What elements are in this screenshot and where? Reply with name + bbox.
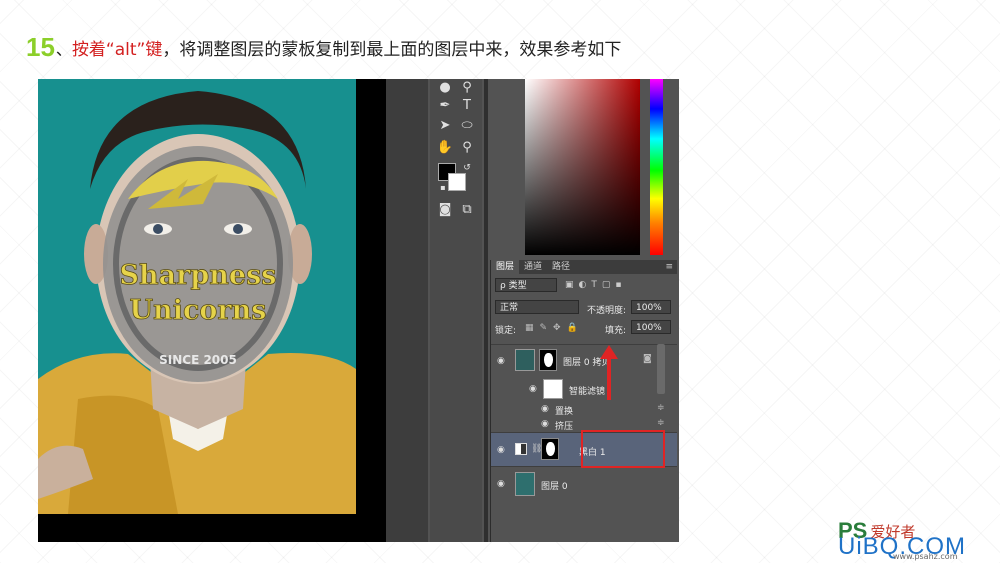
tab-layers[interactable]: 图层 (491, 260, 520, 274)
filter-mask-thumbnail[interactable] (543, 379, 563, 399)
tools-panel: ● ⚲ ✒ T ➤ ⬭ ✋ ⚲ ↺ ▪ ◙ ⧉ (430, 79, 482, 542)
filter-options-icon[interactable]: ≑ (657, 418, 665, 428)
photoshop-screenshot: Sharpness Unicorns SINCE 2005 ● ⚲ ✒ T ➤ … (38, 79, 679, 542)
visibility-eye-icon[interactable]: ◉ (497, 356, 507, 366)
red-arrow-shaft (607, 357, 611, 400)
quick-mask-icon[interactable]: ◙ (436, 201, 454, 219)
portrait-illustration: Sharpness Unicorns SINCE 2005 (38, 91, 356, 514)
visibility-eye-icon[interactable]: ◉ (497, 479, 507, 489)
layer-thumbnail (515, 472, 535, 496)
mask-text-line1: Sharpness (120, 260, 277, 291)
filter-icons[interactable]: ▣◐T▢▪ (565, 280, 675, 290)
default-colors-icon[interactable]: ▪ (434, 179, 452, 197)
smart-filters-label: 智能滤镜 (569, 387, 606, 397)
adjustment-layer-icon (515, 443, 527, 455)
mask-text-line2: Unicorns (130, 295, 267, 326)
layer-mask-thumbnail[interactable] (541, 438, 559, 460)
filter-row-displace[interactable]: ◉ 置换 ≑ (491, 402, 677, 417)
canvas-border-bottom (38, 514, 386, 542)
smart-filters-row[interactable]: ◉ 智能滤镜 (491, 376, 677, 402)
visibility-eye-icon[interactable]: ◉ (529, 384, 539, 394)
logo-url: www.psahz.com (893, 552, 958, 561)
step-caption: 15 、 按着“alt”键 ，将调整图层的蒙板复制到最上面的图层中来，效果参考如… (26, 34, 621, 60)
caption-key-text: 按着“alt”键 (71, 40, 163, 60)
mask-text-line3: SINCE 2005 (159, 353, 237, 367)
hue-slider[interactable] (650, 79, 663, 255)
layer-mask-thumbnail[interactable] (539, 349, 557, 371)
lock-icons[interactable]: ▦✎✥🔒 (525, 323, 595, 333)
swap-colors-icon[interactable]: ↺ (458, 159, 476, 177)
filter-name: 挤压 (555, 422, 574, 432)
opacity-input[interactable]: 100% (631, 300, 671, 314)
fill-input[interactable]: 100% (631, 320, 671, 334)
filter-options-icon[interactable]: ≑ (657, 403, 665, 413)
blur-tool-icon[interactable]: ● (436, 79, 454, 97)
layer-thumbnail (515, 349, 535, 371)
layer-row-copy[interactable]: ◉ 图层 0 拷贝 ◙ (491, 344, 677, 376)
smart-object-icon: ◙ (643, 354, 652, 364)
color-field[interactable] (525, 79, 640, 255)
portrait-photo: Sharpness Unicorns SINCE 2005 (38, 79, 356, 514)
workspace-gutter (386, 79, 428, 542)
panel-divider (484, 79, 488, 542)
layer-name: 图层 0 (541, 482, 568, 492)
ellipse-tool-icon[interactable]: ⬭ (458, 117, 476, 135)
blend-mode-select[interactable]: 正常 (495, 300, 579, 314)
canvas-border-right (356, 79, 386, 542)
opacity-label: 不透明度: (587, 306, 627, 316)
layers-scrollbar[interactable] (657, 344, 665, 394)
path-select-tool-icon[interactable]: ➤ (436, 117, 454, 135)
magnify-tool-icon[interactable]: ⚲ (458, 139, 476, 157)
tab-paths[interactable]: 路径 (547, 260, 575, 274)
screen-mode-icon[interactable]: ⧉ (458, 201, 476, 219)
layer-row-base[interactable]: ◉ 图层 0 (491, 466, 677, 500)
tab-channels[interactable]: 通道 (519, 260, 547, 274)
hand-tool-icon[interactable]: ✋ (436, 139, 454, 157)
caption-body-text: ，将调整图层的蒙板复制到最上面的图层中来，效果参考如下 (162, 40, 622, 60)
filter-name: 置换 (555, 407, 574, 417)
pen-tool-icon[interactable]: ✒ (436, 97, 454, 115)
step-number: 15 (26, 32, 55, 62)
visibility-eye-icon[interactable]: ◉ (541, 419, 551, 429)
zoom-tool-icon[interactable]: ⚲ (458, 79, 476, 97)
highlight-box (581, 430, 665, 468)
layers-panel-tabs: 图层 通道 路径 ≡ (491, 260, 677, 274)
panel-menu-icon[interactable]: ≡ (575, 260, 677, 274)
caption-separator: 、 (55, 40, 72, 59)
layers-panel: 图层 通道 路径 ≡ ρ 类型 ▣◐T▢▪ 正常 不透明度: 100% 锁定: … (490, 260, 677, 542)
filter-kind-select[interactable]: ρ 类型 (495, 278, 557, 292)
visibility-eye-icon[interactable]: ◉ (497, 445, 507, 455)
type-tool-icon[interactable]: T (458, 97, 476, 115)
visibility-eye-icon[interactable]: ◉ (541, 404, 551, 414)
